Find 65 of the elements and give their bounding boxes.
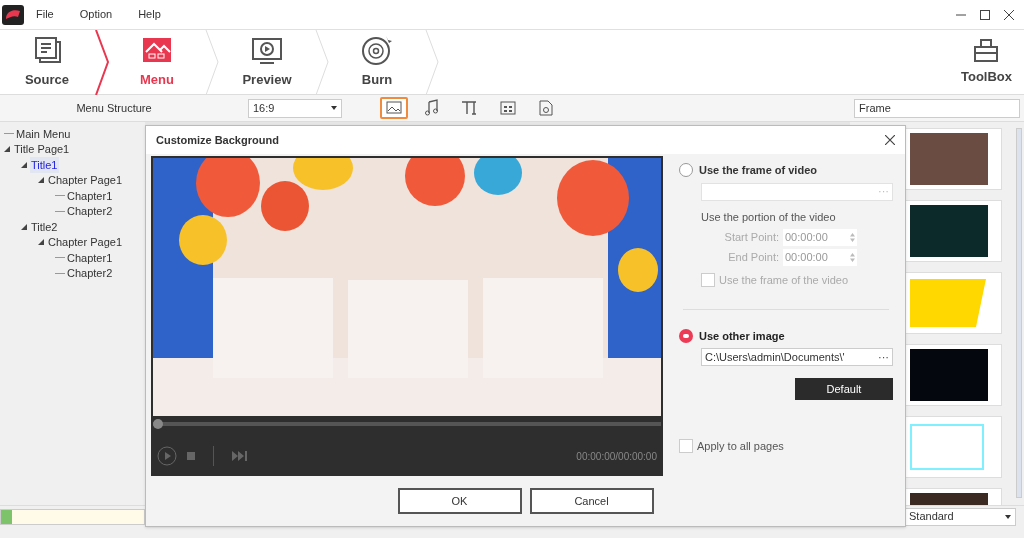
dialog-title: Customize Background [156,132,279,148]
tree-item[interactable]: Title1 [30,156,59,173]
step-tab[interactable]: Menu [110,30,204,94]
caret-icon [1005,514,1011,519]
seek-thumb[interactable] [153,419,163,429]
expand-arrow-icon[interactable] [38,177,44,184]
skip-forward-icon[interactable] [232,451,248,461]
expand-arrow-icon[interactable] [21,161,27,168]
frame-thumbnail[interactable] [904,416,1002,478]
option-label: Use the frame of video [699,163,817,178]
frame-dropdown[interactable]: Frame [854,98,1020,118]
step-tab[interactable]: Preview [220,30,314,94]
radio-button[interactable] [679,163,693,178]
toolbox-button[interactable]: ToolBox [960,30,1012,94]
menu-item[interactable]: Option [79,6,113,23]
caret-icon [331,106,337,110]
radio-button[interactable] [679,328,693,343]
section-label: Use the portion of the video [701,209,837,225]
frame-thumbnail[interactable] [904,200,1002,262]
checkbox-label: Use the frame of the video [719,273,848,288]
quality-dropdown[interactable]: Standard [904,507,1016,526]
tree-item[interactable]: Title2 [30,218,59,235]
browse-button[interactable]: ··· [878,348,889,366]
expand-arrow-icon[interactable] [4,146,10,153]
chevron-divider [94,30,110,95]
tool-button[interactable] [380,97,408,119]
menu-item[interactable]: File [36,6,54,23]
close-icon[interactable] [1004,9,1014,20]
time-display: 00:00:00/00:00:00 [576,449,657,464]
scrollbar[interactable] [1016,128,1022,498]
tree-item[interactable]: Chapter2 [66,265,114,282]
close-icon[interactable] [885,135,895,145]
tree-item[interactable]: Chapter Page1 [47,234,123,251]
frame-thumbnail[interactable] [904,272,1002,334]
grid-icon [498,98,518,118]
default-button[interactable]: Default [795,378,893,400]
expand-arrow-icon[interactable] [38,239,44,246]
play-icon[interactable] [157,446,177,466]
tree-item[interactable]: Chapter2 [66,203,114,220]
tree-item[interactable]: Chapter1 [66,249,114,266]
disc-icon [360,34,394,67]
step-tab[interactable]: Source [0,30,94,94]
menu-item[interactable]: Help [138,6,161,23]
aspect-ratio-dropdown[interactable]: 16:9 [248,98,342,118]
file-icon [536,98,556,118]
field-label: End Point: [727,250,780,266]
frame-thumbnail[interactable] [904,128,1002,190]
checkbox[interactable] [679,439,693,454]
tree-item[interactable]: Chapter Page1 [47,172,123,189]
checkbox-label: Apply to all pages [697,439,784,454]
tree-item[interactable]: Main Menu [15,125,72,142]
expand-arrow-icon[interactable] [21,223,27,230]
tree-item[interactable]: Title Page1 [13,141,71,158]
step-tab[interactable]: Burn [330,30,424,94]
checkbox[interactable] [701,273,715,288]
dialog-button[interactable]: OK [397,488,522,514]
dialog-button[interactable]: Cancel [529,488,654,514]
option-label: Use other image [699,328,785,344]
app-logo-icon [2,4,24,25]
frame-thumbnail[interactable] [904,344,1002,406]
field-label: Start Point: [723,230,780,246]
path-field[interactable]: C:\Users\admin\Documents\' ··· [701,348,893,366]
tree-item[interactable]: Chapter1 [66,187,114,204]
panel-title: Menu Structure [75,100,153,116]
maximize-icon[interactable] [980,9,990,20]
